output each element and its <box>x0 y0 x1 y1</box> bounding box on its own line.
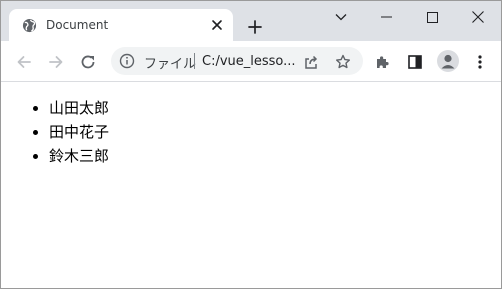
minimize-icon[interactable] <box>363 1 409 33</box>
scheme-chip[interactable]: ファイル <box>144 53 196 72</box>
tab-strip: Document <box>1 1 501 41</box>
list-item: 山田太郎 <box>49 96 501 120</box>
page-content: 山田太郎 田中花子 鈴木三郎 <box>1 82 501 288</box>
reload-icon[interactable] <box>77 51 99 73</box>
chevron-down-icon[interactable] <box>318 1 364 33</box>
close-icon[interactable] <box>210 18 224 32</box>
person-icon[interactable] <box>437 50 459 72</box>
plus-icon[interactable] <box>245 17 265 37</box>
arrow-left-icon[interactable] <box>13 51 35 73</box>
close-icon[interactable] <box>455 1 501 33</box>
address-bar[interactable]: ファイル C:/vue_lesso... <box>111 47 363 75</box>
browser-window: Document ファイル C:/vue_lesso... • 山田太郎 • 田… <box>0 0 502 289</box>
side-panel-icon[interactable] <box>404 51 426 73</box>
url-text[interactable]: C:/vue_lesso... <box>202 54 296 69</box>
share-icon[interactable] <box>300 51 322 73</box>
puzzle-icon[interactable] <box>372 51 394 73</box>
globe-icon <box>22 18 37 33</box>
kebab-menu-icon[interactable] <box>469 51 491 73</box>
list-item: 田中花子 <box>49 120 501 144</box>
omnibox-separator <box>194 53 195 69</box>
maximize-icon[interactable] <box>409 1 455 33</box>
list-item: 鈴木三郎 <box>49 144 501 168</box>
tab-document[interactable]: Document <box>9 9 233 41</box>
tab-title: Document <box>46 18 109 32</box>
star-icon[interactable] <box>332 51 354 73</box>
toolbar: ファイル C:/vue_lesso... <box>1 41 501 82</box>
arrow-right-icon[interactable] <box>45 51 67 73</box>
info-icon[interactable] <box>119 53 135 69</box>
name-list: 山田太郎 田中花子 鈴木三郎 <box>1 96 501 168</box>
